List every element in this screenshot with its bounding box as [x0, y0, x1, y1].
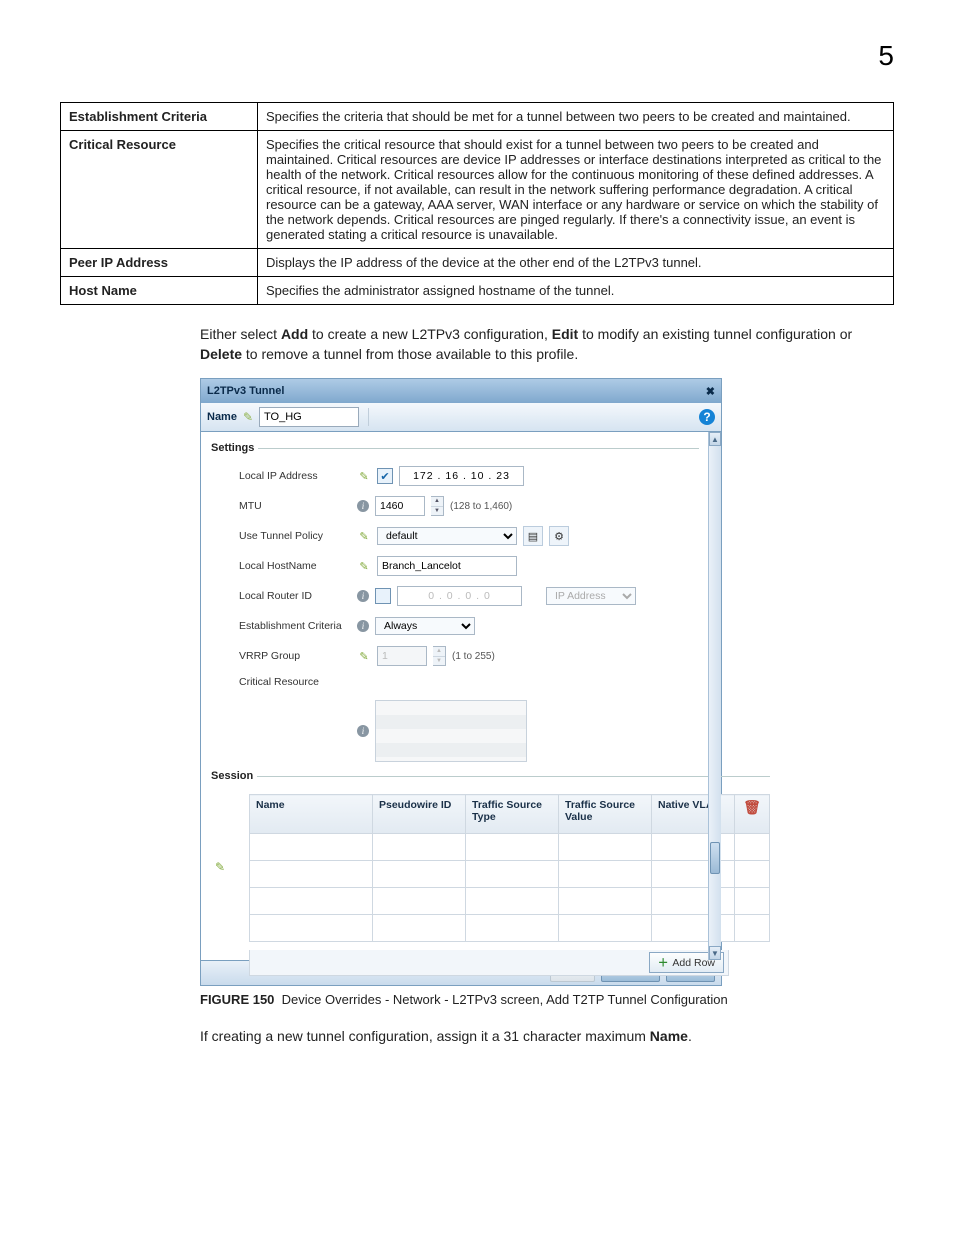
session-legend: Session [211, 770, 257, 782]
desc-cell: Specifies the criteria that should be me… [258, 103, 894, 131]
help-icon[interactable]: ? [699, 409, 715, 425]
hostname-input[interactable] [377, 556, 517, 576]
pencil-icon: ✎ [211, 860, 229, 976]
desc-cell: Specifies the administrator assigned hos… [258, 277, 894, 305]
term-cell: Peer IP Address [61, 249, 258, 277]
dialog-toolbar: Name ✎ ? [201, 403, 721, 432]
closing-paragraph: If creating a new tunnel configuration, … [200, 1027, 894, 1047]
scroll-down-icon[interactable]: ▼ [709, 946, 721, 960]
pencil-icon: ✎ [357, 560, 371, 573]
trash-icon[interactable]: 🗑 [735, 795, 770, 834]
pencil-icon: ✎ [243, 410, 253, 424]
local-ip-checkbox[interactable]: ✔ [377, 468, 393, 484]
addrow-bar: ＋ Add Row [249, 950, 729, 976]
l2tpv3-tunnel-dialog: L2TPv3 Tunnel ✖ Name ✎ ? ▲ ▼ Settings Lo… [200, 378, 722, 986]
definitions-table: Establishment Criteria Specifies the cri… [60, 102, 894, 305]
dialog-titlebar: L2TPv3 Tunnel ✖ [201, 379, 721, 403]
col-tsval[interactable]: Traffic Source Value [559, 795, 652, 834]
table-row: Host Name Specifies the administrator as… [61, 277, 894, 305]
term-cell: Host Name [61, 277, 258, 305]
table-row: Peer IP Address Displays the IP address … [61, 249, 894, 277]
info-icon: i [357, 590, 369, 602]
settings-legend: Settings [211, 442, 258, 454]
crit-label: Critical Resource [239, 676, 351, 688]
info-icon: i [357, 725, 369, 737]
col-name[interactable]: Name [250, 795, 373, 834]
name-label: Name [207, 411, 237, 423]
name-input[interactable] [259, 407, 359, 427]
pencil-icon: ✎ [357, 530, 371, 543]
local-ip-label: Local IP Address [239, 470, 351, 482]
table-row [250, 888, 770, 915]
figure-caption: FIGURE 150 Device Overrides - Network - … [200, 992, 894, 1007]
vrrp-stepper: ▲▼ [433, 646, 446, 666]
term-cell: Establishment Criteria [61, 103, 258, 131]
gear-icon[interactable]: ⚙ [549, 526, 569, 546]
mtu-stepper[interactable]: ▲▼ [431, 496, 444, 516]
table-row [250, 861, 770, 888]
scroll-up-icon[interactable]: ▲ [709, 432, 721, 446]
local-ip-input[interactable] [399, 466, 524, 486]
desc-cell: Specifies the critical resource that sho… [258, 131, 894, 249]
pencil-icon: ✎ [357, 650, 371, 663]
session-table: Name Pseudowire ID Traffic Source Type T… [249, 794, 770, 942]
table-row: Critical Resource Specifies the critical… [61, 131, 894, 249]
estab-label: Establishment Criteria [239, 620, 351, 632]
term-cell: Critical Resource [61, 131, 258, 249]
vrrp-input [377, 646, 427, 666]
routerid-type-select[interactable]: IP Address [546, 587, 636, 605]
hostname-label: Local HostName [239, 560, 351, 572]
intro-paragraph: Either select Add to create a new L2TPv3… [200, 325, 894, 364]
scrollbar[interactable]: ▲ ▼ [708, 432, 721, 960]
dialog-body: ▲ ▼ Settings Local IP Address ✎ ✔ MTU i … [201, 432, 721, 960]
plus-icon: ＋ [658, 955, 669, 970]
routerid-label: Local Router ID [239, 590, 351, 602]
settings-group: Settings Local IP Address ✎ ✔ MTU i ▲▼ (… [211, 442, 699, 762]
info-icon: i [357, 620, 369, 632]
table-row: Establishment Criteria Specifies the cri… [61, 103, 894, 131]
mtu-label: MTU [239, 500, 351, 512]
session-group: Session ✎ Name Pseudowire ID Traffic Sou… [211, 770, 770, 982]
estab-select[interactable]: Always [375, 617, 475, 635]
routerid-checkbox[interactable]: ✔ [375, 588, 391, 604]
col-nvlan[interactable]: Native VLAN [652, 795, 735, 834]
vrrp-hint: (1 to 255) [452, 651, 495, 662]
dialog-title: L2TPv3 Tunnel [207, 385, 284, 397]
policy-select[interactable]: default [377, 527, 517, 545]
pencil-icon: ✎ [357, 470, 371, 483]
table-row [250, 834, 770, 861]
mtu-input[interactable] [375, 496, 425, 516]
table-row [250, 915, 770, 942]
scroll-thumb[interactable] [710, 842, 720, 874]
routerid-input[interactable] [397, 586, 522, 606]
vrrp-label: VRRP Group [239, 650, 351, 662]
mtu-hint: (128 to 1,460) [450, 501, 512, 512]
policy-label: Use Tunnel Policy [239, 530, 351, 542]
col-tstype[interactable]: Traffic Source Type [466, 795, 559, 834]
close-icon[interactable]: ✖ [706, 385, 715, 398]
new-policy-icon[interactable]: ▤ [523, 526, 543, 546]
page-number: 5 [60, 40, 894, 72]
info-icon: i [357, 500, 369, 512]
col-pwid[interactable]: Pseudowire ID [373, 795, 466, 834]
critical-resource-list[interactable] [375, 700, 527, 762]
desc-cell: Displays the IP address of the device at… [258, 249, 894, 277]
